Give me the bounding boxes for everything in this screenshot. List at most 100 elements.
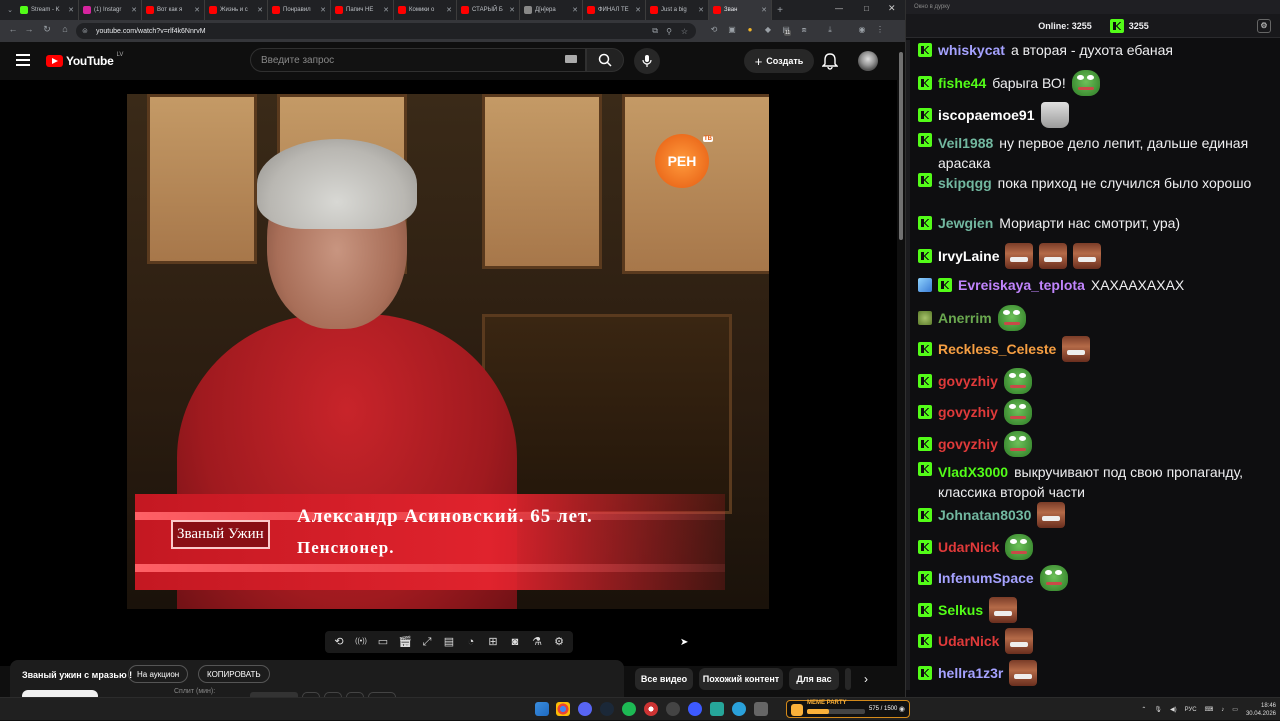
extension-icon[interactable]: ▣	[726, 24, 738, 36]
chat-username[interactable]: whiskycat	[938, 40, 1005, 60]
tab-close-icon[interactable]: ✕	[68, 6, 74, 14]
search-button[interactable]	[586, 48, 624, 72]
notifications-bell-icon[interactable]	[822, 52, 838, 70]
chat-username[interactable]: Reckless_Celeste	[938, 339, 1056, 359]
avatar[interactable]	[858, 51, 878, 71]
browser-tab[interactable]: ФИНАЛ ТЕ ✕	[583, 0, 646, 20]
subtitles-icon[interactable]: ▤	[441, 634, 457, 650]
speed-icon[interactable]: ◔	[463, 634, 479, 650]
app-taskbar-icon[interactable]	[666, 702, 680, 716]
app-taskbar-icon[interactable]	[644, 702, 658, 716]
chip-all-videos[interactable]: Все видео	[635, 668, 693, 690]
voice-search-button[interactable]	[634, 48, 660, 74]
hamburger-menu-icon[interactable]	[16, 54, 30, 66]
browser-tab[interactable]: Понравил ✕	[268, 0, 331, 20]
reload-icon[interactable]: ↻	[40, 24, 54, 35]
keyboard-icon[interactable]	[565, 55, 577, 63]
tray-overflow-icon[interactable]: ⌃	[1141, 706, 1146, 713]
clapper-icon[interactable]: 🎬︎	[397, 634, 413, 650]
resize-icon[interactable]: ⤢	[419, 634, 435, 650]
browser-tab[interactable]: Зван ✕	[709, 0, 772, 20]
tab-close-icon[interactable]: ✕	[761, 6, 767, 14]
spotify-taskbar-icon[interactable]	[622, 702, 636, 716]
chat-username[interactable]: govyzhiy	[938, 434, 998, 454]
chat-username[interactable]: UdarNick	[938, 537, 999, 557]
window-minimize-button[interactable]: —	[835, 4, 843, 13]
chip-for-you[interactable]: Для вас	[789, 668, 839, 690]
broadcast-icon[interactable]: ((•))	[353, 634, 369, 650]
create-button[interactable]: + Создать	[744, 49, 814, 73]
chat-username[interactable]: InfenumSpace	[938, 568, 1034, 588]
browser-tab[interactable]: СТАРЫЙ Б ✕	[457, 0, 520, 20]
site-info-icon[interactable]: ⊜	[82, 27, 88, 35]
settings-icon[interactable]: ⚙	[551, 634, 567, 650]
chip-related[interactable]: Похожий контент	[699, 668, 783, 690]
new-tab-button[interactable]: +	[772, 5, 788, 16]
forward-icon[interactable]: →	[22, 24, 36, 34]
chat-username[interactable]: Anerrim	[938, 308, 992, 328]
tab-close-icon[interactable]: ✕	[635, 6, 641, 14]
video-player[interactable]: РЕН ТВ Званый Ужин Александр Асиновский.…	[0, 80, 897, 666]
extension-icon[interactable]: ◆	[762, 24, 774, 36]
install-icon[interactable]: ⧉	[652, 26, 658, 36]
tab-close-icon[interactable]: ✕	[194, 6, 200, 14]
chat-username[interactable]: govyzhiy	[938, 371, 998, 391]
tab-list-button[interactable]: ⌄	[4, 6, 16, 14]
scrollbar-thumb[interactable]	[899, 52, 903, 240]
tab-close-icon[interactable]: ✕	[383, 6, 389, 14]
volume-tray-icon[interactable]: ◀)	[1170, 706, 1177, 713]
discord-taskbar-icon[interactable]	[578, 702, 592, 716]
chat-settings-icon[interactable]: ⚙	[1257, 19, 1271, 33]
chat-username[interactable]: Jewgien	[938, 213, 993, 233]
chat-username[interactable]: iscopaemoe91	[938, 105, 1035, 125]
tab-close-icon[interactable]: ✕	[131, 6, 137, 14]
browser-tab[interactable]: Just a big ✕	[646, 0, 709, 20]
browser-tab[interactable]: Жизнь и с ✕	[205, 0, 268, 20]
chat-username[interactable]: Johnatan8030	[938, 505, 1031, 525]
chat-username[interactable]: hellra1z3r	[938, 663, 1003, 683]
add-clip-icon[interactable]: ⊞	[485, 634, 501, 650]
start-windows-icon[interactable]	[535, 702, 549, 716]
chat-username[interactable]: VladX3000	[938, 464, 1008, 480]
extensions-puzzle-icon[interactable]: ⧈	[798, 24, 810, 36]
copy-button[interactable]: КОПИРОВАТЬ	[198, 665, 270, 683]
chevron-right-icon[interactable]: ›	[864, 672, 868, 686]
zoom-icon[interactable]: ⚲	[666, 27, 672, 36]
search-input[interactable]: Введите запрос	[250, 48, 586, 72]
tab-close-icon[interactable]: ✕	[509, 6, 515, 14]
speaker-tray-icon[interactable]: ♪	[1221, 707, 1224, 713]
tab-close-icon[interactable]: ✕	[446, 6, 452, 14]
browser-tab[interactable]: Комики о ✕	[394, 0, 457, 20]
app-taskbar-icon[interactable]	[710, 702, 724, 716]
tab-close-icon[interactable]: ✕	[572, 6, 578, 14]
repeat-icon[interactable]: ⟲	[331, 634, 347, 650]
bookmark-star-icon[interactable]: ☆	[681, 27, 688, 36]
chat-username[interactable]: fishe44	[938, 73, 986, 93]
extension-icon[interactable]: ●	[744, 24, 756, 36]
steam-taskbar-icon[interactable]	[600, 702, 614, 716]
browser-tab[interactable]: Папич НЕ ✕	[331, 0, 394, 20]
chat-username[interactable]: IrvyLaine	[938, 246, 999, 266]
browser-tab[interactable]: Stream - K ✕	[16, 0, 79, 20]
tab-close-icon[interactable]: ✕	[257, 6, 263, 14]
browser-tab[interactable]: (1) Instagr ✕	[79, 0, 142, 20]
chrome-taskbar-icon[interactable]	[556, 702, 570, 716]
download-icon[interactable]: ⤓	[824, 24, 836, 36]
browser-tab[interactable]: Д[н]ера ✕	[520, 0, 583, 20]
clock[interactable]: 18:46 30.04.2026	[1246, 702, 1276, 718]
extension-icon[interactable]: ⟲	[708, 24, 720, 36]
url-field[interactable]: ⊜ youtube.com/watch?v=rlf4k6NnrvM ⧉ ⚲ ☆	[76, 23, 696, 39]
chat-scrollbar[interactable]	[906, 40, 910, 690]
youtube-logo[interactable]: YouTube LV	[46, 52, 123, 68]
telegram-taskbar-icon[interactable]	[732, 702, 746, 716]
screen-icon[interactable]: ▭	[375, 634, 391, 650]
chat-username[interactable]: Evreiskaya_teplota	[958, 275, 1085, 295]
window-close-button[interactable]: ✕	[888, 3, 896, 14]
chat-username[interactable]: Selkus	[938, 600, 983, 620]
auction-button[interactable]: На аукцион	[128, 665, 189, 683]
microphone-tray-icon[interactable]: 🎙︎	[1154, 706, 1162, 713]
camera-icon[interactable]: ◙	[507, 634, 523, 650]
home-icon[interactable]: ⌂	[58, 24, 72, 34]
language-indicator[interactable]: РУС	[1185, 707, 1197, 713]
profile-icon[interactable]: ◉	[856, 24, 868, 36]
